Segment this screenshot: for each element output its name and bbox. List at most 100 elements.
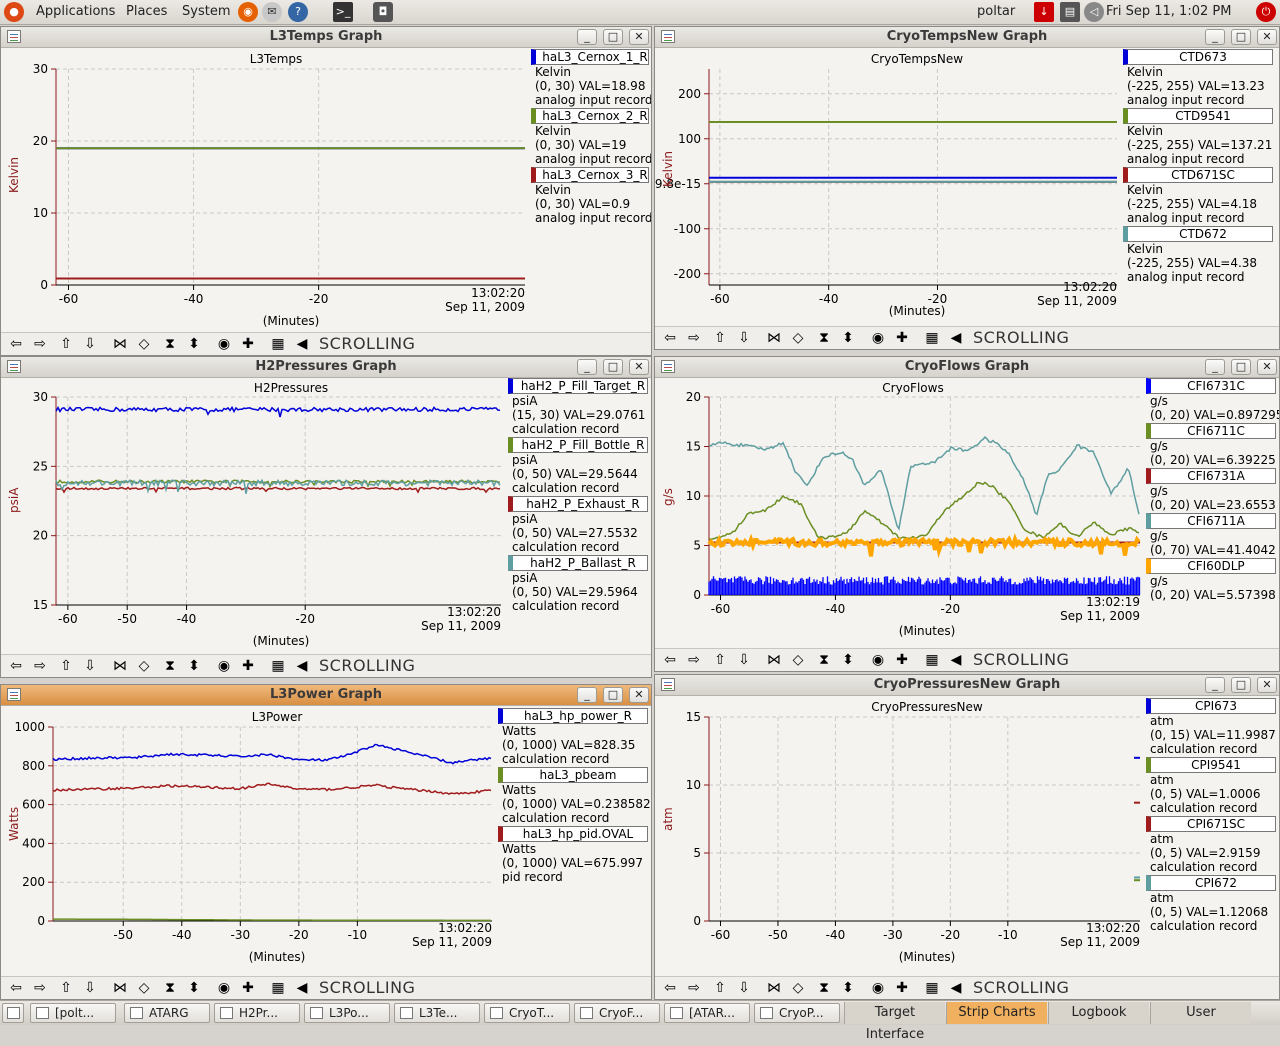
legend-signal-name[interactable]: CPI9541 (1146, 757, 1276, 773)
legend-item[interactable]: CTD9541 Kelvin (-225, 255) VAL=137.21 analo… (1123, 108, 1273, 166)
scroll-down-icon[interactable]: ⇩ (79, 979, 101, 997)
auto-scale-icon[interactable]: ◉ (867, 979, 889, 997)
legend-item[interactable]: haL3_Cernox_3_R Kelvin (0, 30) VAL=0.9 anal… (531, 167, 651, 225)
chart-options-icon[interactable]: ▦ (921, 651, 943, 669)
power-icon[interactable]: ⏻ (1256, 2, 1276, 22)
add-signal-icon[interactable]: ✚ (891, 329, 913, 347)
scroll-right-icon[interactable]: ⇨ (683, 329, 705, 347)
toggle-scroll-icon[interactable]: ◀ (945, 329, 967, 347)
legend-signal-name[interactable]: haL3_Cernox_3_R (531, 167, 649, 183)
zoom-in-y-icon[interactable]: ⧗ (813, 979, 835, 997)
scroll-right-icon[interactable]: ⇨ (29, 657, 51, 675)
legend-signal-name[interactable]: haH2_P_Fill_Target_R (508, 378, 648, 394)
menu-applications[interactable]: Applications (36, 4, 115, 19)
volume-icon[interactable]: ◁ (1084, 2, 1104, 22)
toggle-scroll-icon[interactable]: ◀ (291, 979, 313, 997)
legend-signal-name[interactable]: haH2_P_Ballast_R (508, 555, 648, 571)
legend-item[interactable]: CTD673 Kelvin (-225, 255) VAL=13.23 analog … (1123, 49, 1273, 107)
taskbar-window-button[interactable]: CryoP... (754, 1003, 840, 1023)
toggle-scroll-icon[interactable]: ◀ (291, 657, 313, 675)
legend-item[interactable]: haH2_P_Fill_Bottle_R psiA (0, 50) VAL=29.5… (508, 437, 648, 495)
zoom-out-y-icon[interactable]: ⬍ (183, 335, 205, 353)
legend-signal-name[interactable]: CFI6731C (1146, 378, 1276, 394)
legend-item[interactable]: haH2_P_Fill_Target_R psiA (15, 30) VAL=29.… (508, 378, 648, 436)
taskbar-window-button[interactable]: CryoT... (484, 1003, 570, 1023)
scroll-left-icon[interactable]: ⇦ (659, 329, 681, 347)
show-desktop-button[interactable] (2, 1003, 24, 1023)
mail-icon[interactable]: ✉ (262, 2, 282, 22)
legend-signal-name[interactable]: haH2_P_Fill_Bottle_R (508, 437, 648, 453)
scroll-down-icon[interactable]: ⇩ (733, 329, 755, 347)
legend-item[interactable]: haH2_P_Exhaust_R psiA (0, 50) VAL=27.5532 c… (508, 496, 648, 554)
taskbar-window-button[interactable]: [ATAR... (664, 1003, 750, 1023)
chart-options-icon[interactable]: ▦ (267, 657, 289, 675)
legend-signal-name[interactable]: haL3_hp_pid.OVAL (498, 826, 648, 842)
zoom-in-y-icon[interactable]: ⧗ (159, 335, 181, 353)
scroll-left-icon[interactable]: ⇦ (659, 979, 681, 997)
toggle-scroll-icon[interactable]: ◀ (291, 335, 313, 353)
legend-signal-name[interactable]: haL3_pbeam (498, 767, 648, 783)
firefox-icon[interactable]: ◉ (238, 2, 258, 22)
auto-scale-icon[interactable]: ◉ (213, 657, 235, 675)
legend-signal-name[interactable]: CFI6731A (1146, 468, 1276, 484)
zoom-out-x-icon[interactable]: ◇ (133, 335, 155, 353)
user-name[interactable]: poltar (977, 4, 1015, 19)
zoom-in-y-icon[interactable]: ⧗ (159, 657, 181, 675)
taskbar-window-button[interactable]: L3Te... (394, 1003, 480, 1023)
toggle-scroll-icon[interactable]: ◀ (945, 651, 967, 669)
legend-item[interactable]: CTD672 Kelvin (-225, 255) VAL=4.38 analog i… (1123, 226, 1273, 284)
zoom-in-y-icon[interactable]: ⧗ (813, 651, 835, 669)
auto-scale-icon[interactable]: ◉ (867, 651, 889, 669)
scroll-up-icon[interactable]: ⇧ (55, 979, 77, 997)
legend-item[interactable]: CPI671SC atm (0, 5) VAL=2.9159 calculation … (1146, 816, 1276, 874)
legend-item[interactable]: CFI60DLP g/s (0, 20) VAL=5.57398 (1146, 558, 1276, 602)
legend-signal-name[interactable]: CFI6711A (1146, 513, 1276, 529)
workspace-tab[interactable]: Strip Charts (946, 1002, 1047, 1024)
legend-signal-name[interactable]: haL3_Cernox_2_R (531, 108, 649, 124)
help-icon[interactable]: ? (288, 2, 308, 22)
legend-signal-name[interactable]: CTD672 (1123, 226, 1273, 242)
legend-item[interactable]: CFI6711A g/s (0, 70) VAL=41.4042 (1146, 513, 1276, 557)
scroll-up-icon[interactable]: ⇧ (55, 657, 77, 675)
auto-scale-icon[interactable]: ◉ (213, 979, 235, 997)
legend-item[interactable]: haH2_P_Ballast_R psiA (0, 50) VAL=29.5964 c… (508, 555, 648, 613)
legend-signal-name[interactable]: CFI60DLP (1146, 558, 1276, 574)
workspace-tab[interactable]: User (1150, 1002, 1251, 1024)
scroll-down-icon[interactable]: ⇩ (733, 651, 755, 669)
zoom-out-x-icon[interactable]: ◇ (787, 651, 809, 669)
scroll-up-icon[interactable]: ⇧ (55, 335, 77, 353)
workspace-tab[interactable]: Logbook (1048, 1002, 1149, 1024)
zoom-in-x-icon[interactable]: ⋈ (109, 335, 131, 353)
legend-item[interactable]: CTD671SC Kelvin (-225, 255) VAL=4.18 analog… (1123, 167, 1273, 225)
screenshot-icon[interactable]: ◘ (373, 2, 393, 22)
scroll-right-icon[interactable]: ⇨ (683, 651, 705, 669)
ubuntu-logo-icon[interactable]: ● (4, 2, 24, 22)
auto-scale-icon[interactable]: ◉ (867, 329, 889, 347)
menu-system[interactable]: System (182, 4, 230, 19)
zoom-in-x-icon[interactable]: ⋈ (109, 979, 131, 997)
scroll-down-icon[interactable]: ⇩ (79, 657, 101, 675)
scroll-left-icon[interactable]: ⇦ (659, 651, 681, 669)
add-signal-icon[interactable]: ✚ (237, 979, 259, 997)
legend-item[interactable]: CPI672 atm (0, 5) VAL=1.12068 calculation r… (1146, 875, 1276, 933)
legend-signal-name[interactable]: CTD9541 (1123, 108, 1273, 124)
update-notifier-icon[interactable]: ↓ (1034, 2, 1054, 22)
legend-item[interactable]: CFI6711C g/s (0, 20) VAL=6.39225 (1146, 423, 1276, 467)
legend-signal-name[interactable]: haL3_hp_power_R (498, 708, 648, 724)
legend-signal-name[interactable]: haL3_Cernox_1_R (531, 49, 649, 65)
legend-signal-name[interactable]: CTD671SC (1123, 167, 1273, 183)
legend-item[interactable]: haL3_hp_power_R Watts (0, 1000) VAL=828.35… (498, 708, 648, 766)
zoom-out-x-icon[interactable]: ◇ (133, 657, 155, 675)
terminal-icon[interactable]: >_ (333, 2, 353, 22)
taskbar-window-button[interactable]: H2Pr... (214, 1003, 300, 1023)
legend-item[interactable]: CFI6731A g/s (0, 20) VAL=23.6553 (1146, 468, 1276, 512)
scroll-up-icon[interactable]: ⇧ (709, 329, 731, 347)
taskbar-window-button[interactable]: ATARG (124, 1003, 210, 1023)
menu-places[interactable]: Places (126, 4, 167, 19)
legend-item[interactable]: haL3_Cernox_2_R Kelvin (0, 30) VAL=19 analo… (531, 108, 651, 166)
zoom-in-x-icon[interactable]: ⋈ (763, 979, 785, 997)
zoom-in-y-icon[interactable]: ⧗ (813, 329, 835, 347)
network-icon[interactable]: ▤ (1060, 2, 1080, 22)
scroll-right-icon[interactable]: ⇨ (683, 979, 705, 997)
auto-scale-icon[interactable]: ◉ (213, 335, 235, 353)
